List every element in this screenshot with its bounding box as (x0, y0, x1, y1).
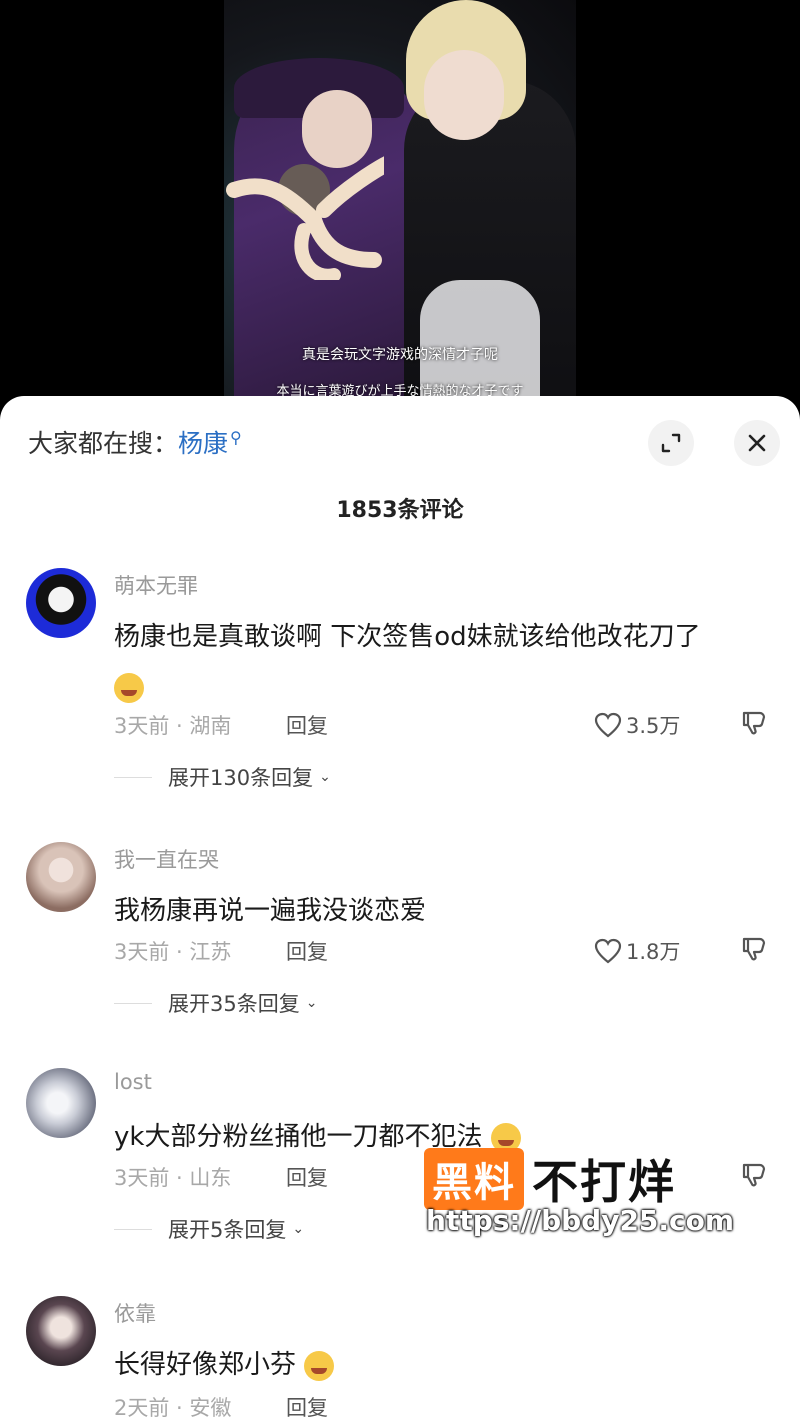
comment-sheet: 大家都在搜：杨康 ⚲ 1853条评论 萌本无罪 杨康也是真敢谈啊 下次签售od妹就… (0, 396, 800, 1422)
divider (114, 1228, 152, 1230)
comment-text: 我杨康再说一遍我没谈恋爱 (114, 886, 774, 936)
reply-button[interactable]: 回复 (286, 1392, 328, 1422)
avatar[interactable] (26, 568, 96, 638)
search-icon: ⚲ (230, 427, 242, 447)
heart-icon (594, 712, 622, 738)
like-button[interactable]: 1.8万 (594, 936, 680, 966)
chevron-down-icon: ⌄ (305, 995, 318, 1011)
watermark-url: https://bbdy25.com (426, 1204, 735, 1237)
expand-replies-label: 展开35条回复 (168, 992, 300, 1016)
comment-username[interactable]: 我一直在哭 (114, 844, 219, 874)
comment-text: 杨康也是真敢谈啊 下次签售od妹就该给他改花刀了 (114, 612, 774, 712)
trending-search[interactable]: 大家都在搜：杨康 ⚲ (28, 424, 242, 460)
expand-button[interactable] (648, 420, 694, 466)
avatar[interactable] (26, 1068, 96, 1138)
divider (114, 776, 152, 778)
like-count: 1.8万 (626, 940, 681, 964)
comment-text-content: 杨康也是真敢谈啊 下次签售od妹就该给他改花刀了 (114, 622, 701, 652)
expand-replies-button[interactable]: 展开35条回复 ⌄ (114, 988, 317, 1018)
expand-replies-label: 展开130条回复 (168, 766, 314, 790)
expand-replies-button[interactable]: 展开5条回复 ⌄ (114, 1214, 304, 1244)
dislike-icon (742, 937, 766, 961)
dislike-icon (742, 711, 766, 735)
avatar[interactable] (26, 842, 96, 912)
video-subtitle: 真是会玩文字游戏的深情才子呢 (302, 347, 498, 363)
comment-text: 长得好像郑小芬 (114, 1340, 774, 1390)
avatar[interactable] (26, 1296, 96, 1366)
dislike-button[interactable] (740, 1162, 768, 1192)
laughing-emoji-icon (304, 1350, 335, 1381)
divider (114, 1002, 152, 1004)
close-icon (748, 434, 766, 452)
comment-meta: 3天前 · 江苏 (114, 940, 232, 964)
chevron-down-icon: ⌄ (319, 769, 331, 785)
watermark-logo: 黑料 不打烊 (424, 1146, 676, 1212)
trending-search-label: 大家都在搜： (28, 429, 179, 458)
like-button[interactable]: 3.5万 (594, 710, 680, 740)
close-button[interactable] (734, 420, 780, 466)
watermark-badge: 黑料 (424, 1148, 524, 1210)
like-count: 3.5万 (626, 714, 681, 738)
expand-replies-label: 展开5条回复 (168, 1218, 287, 1242)
video-player[interactable]: 真是会玩文字游戏的深情才子呢 本当に言葉遊びが上手な情熱的な才子です (0, 0, 800, 410)
comment-text-content: 我杨康再说一遍我没谈恋爱 (114, 896, 427, 926)
comment-meta: 2天前 · 安徽 (114, 1396, 232, 1420)
trending-search-term[interactable]: 杨康 (178, 429, 228, 458)
comment-username[interactable]: 萌本无罪 (114, 570, 198, 600)
comment-username[interactable]: 依靠 (114, 1298, 156, 1328)
face-right (424, 50, 504, 140)
heart-icon (594, 938, 622, 964)
dislike-button[interactable] (740, 710, 768, 740)
chevron-down-icon: ⌄ (292, 1221, 305, 1237)
smirk-emoji-icon (114, 672, 144, 703)
comment-text-content: 长得好像郑小芬 (114, 1350, 297, 1380)
reply-button[interactable]: 回复 (286, 936, 328, 966)
hand-gesture (226, 156, 384, 280)
reply-button[interactable]: 回复 (286, 1162, 328, 1192)
expand-icon (661, 433, 681, 453)
dislike-icon (742, 1163, 766, 1187)
expand-replies-button[interactable]: 展开130条回复 ⌄ (114, 762, 331, 792)
comment-meta: 3天前 · 湖南 (114, 714, 232, 738)
comment-meta: 3天前 · 山东 (114, 1166, 232, 1190)
comment-username[interactable]: lost (114, 1070, 152, 1094)
dislike-button[interactable] (740, 936, 768, 966)
comment-count: 1853条评论 (336, 498, 464, 523)
reply-button[interactable]: 回复 (286, 710, 328, 740)
watermark-text: 不打烊 (532, 1155, 676, 1209)
